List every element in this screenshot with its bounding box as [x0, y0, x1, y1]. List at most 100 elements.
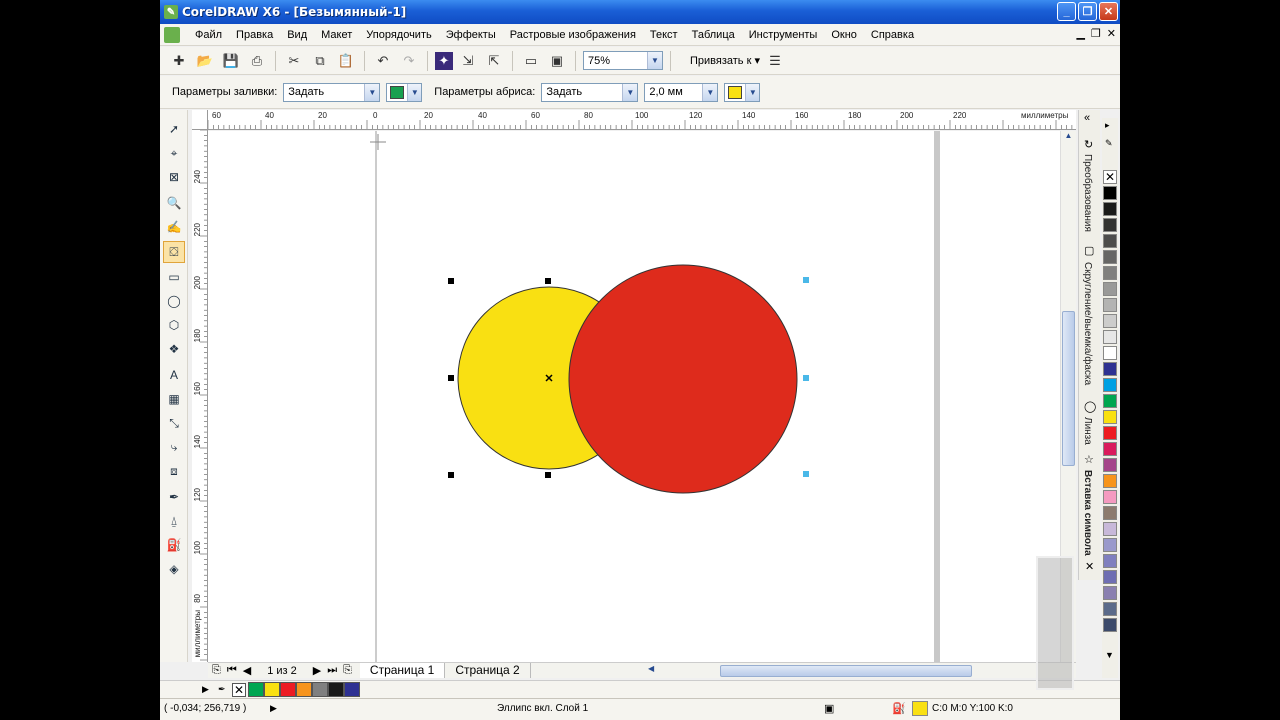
doc-palette-color-swatch[interactable]	[264, 682, 280, 697]
page-setup-icon[interactable]: ⎘	[212, 664, 221, 677]
palette-color-swatch[interactable]	[1103, 570, 1117, 584]
outline-options-combo[interactable]: Задать ▼	[541, 82, 639, 102]
ellipse-tool-icon[interactable]: ◯	[163, 290, 185, 312]
menu-help[interactable]: Справка	[864, 25, 921, 45]
palette-color-swatch[interactable]	[1103, 586, 1117, 600]
palette-color-swatch[interactable]	[1103, 314, 1117, 328]
menu-effects[interactable]: Эффекты	[439, 25, 503, 45]
copy-icon[interactable]: ⧉	[309, 50, 331, 72]
menu-tools[interactable]: Инструменты	[742, 25, 825, 45]
rectangle-tool-icon[interactable]: ▭	[163, 266, 185, 288]
palette-color-swatch[interactable]	[1103, 490, 1117, 504]
doc-palette-arrow-icon[interactable]: ▶	[202, 684, 209, 695]
palette-color-swatch[interactable]	[1103, 234, 1117, 248]
scroll-up-icon[interactable]: ▲	[1061, 131, 1076, 145]
palette-color-swatch[interactable]	[1103, 394, 1117, 408]
palette-no-color-icon[interactable]: ✕	[1103, 170, 1117, 184]
prev-page-icon[interactable]: ◀	[243, 664, 251, 677]
menu-window[interactable]: Окно	[824, 25, 864, 45]
palette-color-swatch[interactable]	[1103, 362, 1117, 376]
palette-eyedropper-icon[interactable]: ✎	[1105, 138, 1113, 149]
chevron-down-icon[interactable]: ▼	[745, 83, 760, 101]
doc-palette-color-swatch[interactable]	[344, 682, 360, 697]
menu-view[interactable]: Вид	[280, 25, 314, 45]
fill-tool-icon[interactable]: ⛽	[163, 534, 185, 556]
fill-options-combo[interactable]: Задать ▼	[283, 82, 381, 102]
undo-icon[interactable]: ↶	[372, 50, 394, 72]
first-page-icon[interactable]: ⏮	[227, 664, 237, 677]
doc-palette-color-swatch[interactable]	[296, 682, 312, 697]
palette-color-swatch[interactable]	[1103, 522, 1117, 536]
selection-handle[interactable]	[545, 472, 551, 478]
menu-file[interactable]: Файл	[188, 25, 229, 45]
menu-arrange[interactable]: Упорядочить	[359, 25, 438, 45]
palette-color-swatch[interactable]	[1103, 442, 1117, 456]
drawing-canvas[interactable]	[208, 131, 1060, 662]
docker-tab-transformations[interactable]: Преобразования	[1082, 154, 1093, 232]
polygon-tool-icon[interactable]: ⬡	[163, 314, 185, 336]
outline-width-combo[interactable]: 2,0 мм ▼	[644, 82, 719, 102]
chevron-down-icon[interactable]: ▼	[622, 83, 638, 101]
fill-color-picker[interactable]: ▼	[386, 82, 423, 102]
add-page-icon[interactable]: ⎘	[343, 664, 352, 677]
redo-icon[interactable]: ↷	[398, 50, 420, 72]
menu-layout[interactable]: Макет	[314, 25, 359, 45]
scroll-left-icon[interactable]: ◀	[648, 664, 654, 673]
menu-table[interactable]: Таблица	[685, 25, 742, 45]
selection-handle[interactable]	[448, 375, 454, 381]
vertical-ruler[interactable]: 240 220 200 180 160 140 120 100 80 милли…	[192, 130, 208, 662]
freehand-tool-icon[interactable]: ✍	[163, 216, 185, 238]
palette-color-swatch[interactable]	[1103, 602, 1117, 616]
menu-bitmaps[interactable]: Растровые изображения	[503, 25, 643, 45]
palette-color-swatch[interactable]	[1103, 618, 1117, 632]
node-handle[interactable]	[803, 375, 809, 381]
palette-color-swatch[interactable]	[1103, 506, 1117, 520]
scroll-thumb[interactable]	[720, 665, 972, 677]
blend-tool-icon[interactable]: ⧈	[163, 460, 185, 482]
red-ellipse[interactable]	[568, 264, 798, 494]
snap-options-icon[interactable]: ☰	[764, 50, 786, 72]
zoom-level-combo[interactable]: 75% ▼	[583, 51, 663, 70]
palette-color-swatch[interactable]	[1103, 266, 1117, 280]
text-tool-icon[interactable]: A	[163, 364, 185, 386]
doc-palette-color-swatch[interactable]	[280, 682, 296, 697]
docker-close-icon[interactable]: ✕	[1085, 560, 1094, 573]
drawing-surface[interactable]	[208, 131, 1060, 662]
smart-fill-tool-icon[interactable]: ⛋	[163, 241, 185, 263]
palette-color-swatch[interactable]	[1103, 346, 1117, 360]
chevron-down-icon[interactable]: ▼	[647, 52, 662, 69]
zoom-tool-icon[interactable]: 🔍	[163, 192, 185, 214]
palette-color-swatch[interactable]	[1103, 474, 1117, 488]
paste-icon[interactable]: 📋	[335, 50, 357, 72]
dimension-tool-icon[interactable]: ⤡	[163, 412, 185, 434]
chevron-down-icon[interactable]: ▼	[407, 83, 422, 101]
minimize-button[interactable]: _	[1057, 2, 1076, 21]
last-page-icon[interactable]: ⏭	[327, 664, 337, 677]
horizontal-scrollbar[interactable]: ◀	[648, 664, 1068, 678]
docker-tab-insert-character[interactable]: Вставка символа	[1082, 470, 1093, 556]
new-document-icon[interactable]: ✚	[168, 50, 190, 72]
search-content-icon[interactable]: ✦	[435, 51, 453, 70]
horizontal-ruler[interactable]: 60 40 20 0 20 40 60 80 100 120 140 160 1…	[208, 110, 1076, 130]
palette-color-swatch[interactable]	[1103, 218, 1117, 232]
open-folder-icon[interactable]: 📂	[194, 50, 216, 72]
palette-color-swatch[interactable]	[1103, 202, 1117, 216]
palette-color-swatch[interactable]	[1103, 538, 1117, 552]
welcome-screen-icon[interactable]: ▣	[546, 50, 568, 72]
tab-page-2[interactable]: Страница 2	[445, 663, 531, 678]
palette-color-swatch[interactable]	[1103, 410, 1117, 424]
chevron-down-icon[interactable]: ▼	[702, 83, 718, 101]
doc-close-icon[interactable]: ✕	[1107, 27, 1116, 40]
docker-tab-fillet-scallop-chamfer[interactable]: Скругление/выемка/фаска	[1082, 262, 1093, 385]
palette-scroll-up-icon[interactable]: ▸	[1105, 120, 1110, 131]
interactive-fill-tool-icon[interactable]: ◈	[163, 558, 185, 580]
docker-tab-lens[interactable]: Линза	[1082, 417, 1093, 445]
palette-color-swatch[interactable]	[1103, 186, 1117, 200]
scroll-thumb[interactable]	[1062, 311, 1075, 466]
doc-restore-icon[interactable]: ❐	[1091, 27, 1101, 40]
outline-color-picker[interactable]: ▼	[724, 82, 761, 102]
palette-color-swatch[interactable]	[1103, 378, 1117, 392]
table-tool-icon[interactable]: ▦	[163, 388, 185, 410]
chevron-down-icon[interactable]: ▼	[364, 83, 380, 101]
save-icon[interactable]: 💾	[220, 50, 242, 72]
